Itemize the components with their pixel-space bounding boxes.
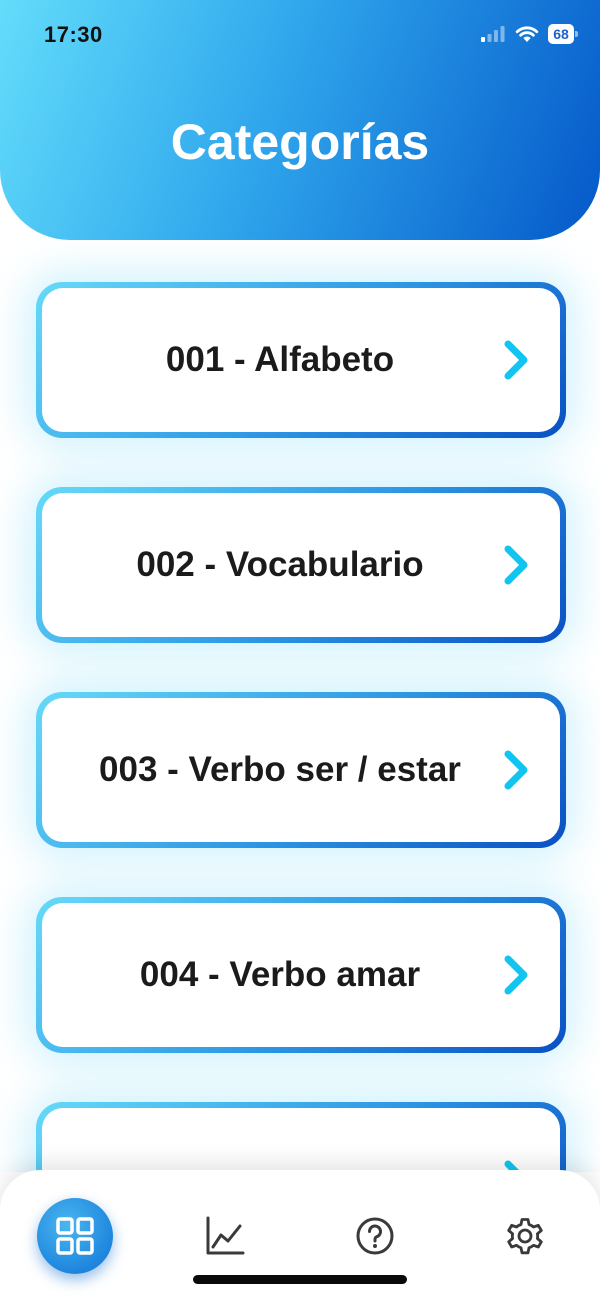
chevron-right-icon [504, 545, 528, 585]
category-card[interactable]: 003 - Verbo ser / estar [36, 692, 566, 848]
tab-help[interactable] [337, 1198, 413, 1274]
category-card-body [42, 1108, 560, 1172]
category-list: 001 - Alfabeto 002 - Vocabulario 003 - V… [0, 0, 600, 1172]
category-label: 001 - Alfabeto [165, 340, 395, 379]
tab-settings[interactable] [487, 1198, 563, 1274]
category-card[interactable]: 002 - Vocabulario [36, 487, 566, 643]
category-card-body: 003 - Verbo ser / estar [42, 698, 560, 842]
grid-icon [56, 1217, 94, 1255]
chevron-right-icon [504, 750, 528, 790]
tab-statistics[interactable] [187, 1198, 263, 1274]
category-card-body: 002 - Vocabulario [42, 493, 560, 637]
gear-icon [507, 1218, 543, 1255]
help-icon [356, 1217, 394, 1255]
chevron-right-icon [504, 955, 528, 995]
tab-categories[interactable] [37, 1198, 113, 1274]
category-card[interactable]: 004 - Verbo amar [36, 897, 566, 1053]
category-label: 002 - Vocabulario [136, 545, 424, 584]
category-card[interactable]: 001 - Alfabeto [36, 282, 566, 438]
category-card[interactable] [36, 1102, 566, 1172]
category-label [42, 1108, 518, 1172]
chart-icon [206, 1216, 245, 1255]
home-indicator [193, 1275, 407, 1284]
chevron-right-icon [504, 340, 528, 380]
category-label: 004 - Verbo amar [139, 955, 421, 994]
category-label: 003 - Verbo ser / estar [99, 750, 461, 789]
category-card-body: 001 - Alfabeto [42, 288, 560, 432]
category-card-body: 004 - Verbo amar [42, 903, 560, 1047]
